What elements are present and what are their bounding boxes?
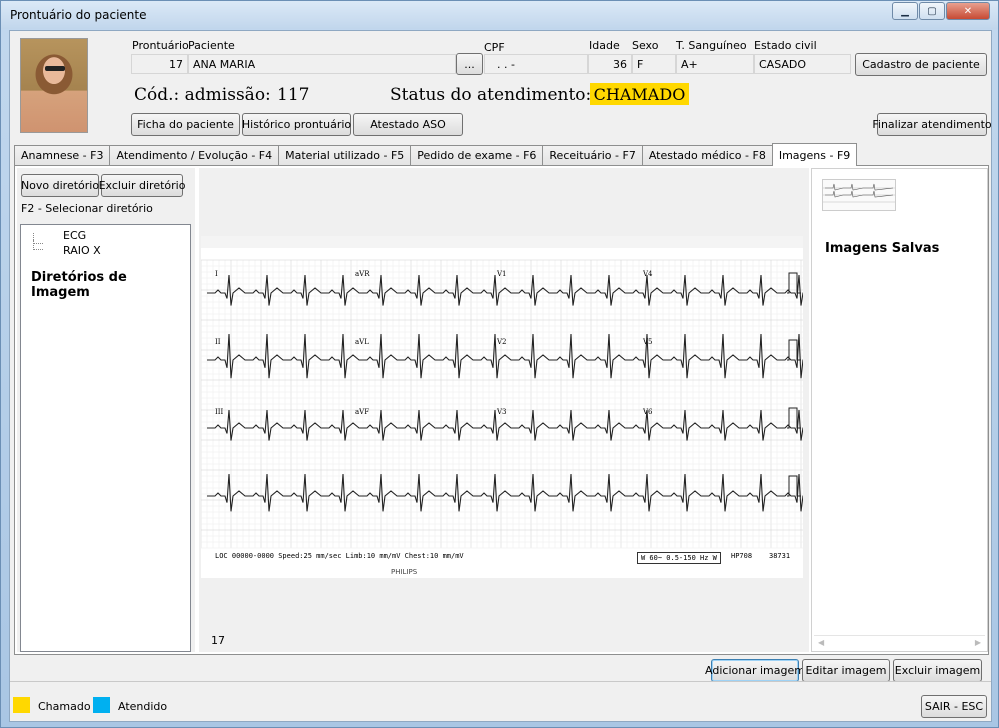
cpf-label: CPF <box>484 41 505 54</box>
tab-atendimento-evolucao[interactable]: Atendimento / Evolução - F4 <box>109 145 280 166</box>
selecionar-diretorio-hint: F2 - Selecionar diretório <box>21 202 153 215</box>
idade-label: Idade <box>589 39 620 52</box>
sexo-label: Sexo <box>632 39 659 52</box>
ecg-lead-label: II <box>215 338 221 346</box>
ecg-lead-label: aVL <box>355 338 369 346</box>
tab-receituario[interactable]: Receituário - F7 <box>542 145 643 166</box>
ecg-footer-left: LOC 00000-0000 Speed:25 mm/sec Limb:10 m… <box>215 552 464 560</box>
novo-diretorio-button[interactable]: Novo diretório <box>21 174 99 197</box>
saved-images-title: Imagens Salvas <box>825 241 940 256</box>
prontuario-field[interactable]: 17 <box>131 54 188 74</box>
legend-chamado-label: Chamado <box>38 700 91 713</box>
ecg-lead-trace <box>207 274 803 306</box>
ecg-lead-label: V6 <box>642 408 653 416</box>
ecg-image[interactable]: IaVR V1 V4 II aVL V2 V5 III aVF V3 V6 LOC 00000-00… <box>201 236 803 578</box>
search-patient-button[interactable]: ... <box>456 53 483 75</box>
atestado-aso-button[interactable]: Atestado ASO <box>353 113 463 136</box>
ecg-lead-label: I <box>215 270 218 278</box>
ecg-lead-label: aVF <box>355 408 369 416</box>
tab-strip: Anamnese - F3 Atendimento / Evolução - F… <box>14 143 858 166</box>
excluir-imagem-button[interactable]: Excluir imagem <box>893 659 982 682</box>
finalizar-atendimento-button[interactable]: Finalizar atendimento <box>872 113 992 136</box>
ecg-lead-label: V4 <box>642 270 653 278</box>
legend-atendido-label: Atendido <box>118 700 168 713</box>
cod-admissao-label: Cód.: admissão: <box>134 85 271 105</box>
cpf-field[interactable]: . . - <box>484 54 588 74</box>
ecg-number: 38731 <box>769 552 791 560</box>
prontuario-label: Prontuário <box>132 39 189 52</box>
ecg-lead-label: V2 <box>496 338 507 346</box>
tree-item-raio-x[interactable]: RAIO X <box>21 240 181 259</box>
maximize-button[interactable]: ▢ <box>919 2 945 20</box>
idade-field[interactable]: 36 <box>588 54 632 74</box>
tab-anamnese[interactable]: Anamnese - F3 <box>14 145 111 166</box>
directory-tree[interactable]: ECG RAIO X Diretórios de Imagem <box>20 224 191 652</box>
image-count: 17 <box>211 634 225 647</box>
tree-item-ecg[interactable]: ECG <box>21 229 181 244</box>
sair-button[interactable]: SAIR - ESC <box>921 695 987 718</box>
ficha-paciente-button[interactable]: Ficha do paciente <box>131 113 240 136</box>
ecg-lead-label: III <box>215 408 224 416</box>
ecg-lead-label: aVR <box>355 270 370 278</box>
ecg-lead-label: V3 <box>496 408 507 416</box>
cadastro-paciente-button[interactable]: Cadastro de paciente <box>855 53 987 76</box>
adicionar-imagem-button[interactable]: Adicionar imagem <box>705 659 805 682</box>
tree-item-label: ECG <box>63 229 87 242</box>
directories-title: Diretórios de Imagem <box>31 270 127 300</box>
close-button[interactable]: ✕ <box>946 2 990 20</box>
scroll-left-icon[interactable]: ◀ <box>818 638 824 647</box>
estado-civil-field[interactable]: CASADO <box>754 54 851 74</box>
status-badge: CHAMADO <box>590 83 689 105</box>
tab-pedido-exame[interactable]: Pedido de exame - F6 <box>410 145 544 166</box>
excluir-diretorio-button[interactable]: Excluir diretório <box>99 174 185 197</box>
historico-prontuario-button[interactable]: Histórico prontuário <box>242 113 351 136</box>
saved-images-pane[interactable]: Imagens Salvas ◀ ▶ <box>811 168 988 652</box>
images-tab-panel: Novo diretório Excluir diretório F2 - Se… <box>14 165 989 655</box>
saved-image-thumbnail[interactable] <box>822 179 896 211</box>
status-legend-bar: Chamado Atendido SAIR - ESC <box>10 681 991 721</box>
patient-photo <box>20 38 88 133</box>
ecg-lead-label: V1 <box>496 270 507 278</box>
window-title: Prontuário do paciente <box>10 8 147 22</box>
tab-atestado-medico[interactable]: Atestado médico - F8 <box>641 145 773 166</box>
title-bar[interactable]: Prontuário do paciente ▁ ▢ ✕ <box>1 1 998 29</box>
ecg-lead-label: V5 <box>642 338 653 346</box>
tree-item-label: RAIO X <box>63 244 101 257</box>
ecg-trace: IaVR V1 V4 II aVL V2 V5 III aVF V3 V6 <box>201 259 803 549</box>
image-viewer[interactable]: IaVR V1 V4 II aVL V2 V5 III aVF V3 V6 LOC 00000-00… <box>199 168 809 652</box>
ecg-footer-right: W 60~ 0.5-150 Hz W <box>637 552 721 564</box>
sexo-field[interactable]: F <box>632 54 676 74</box>
editar-imagem-button[interactable]: Editar imagem <box>802 659 890 682</box>
paciente-field[interactable]: ANA MARIA <box>188 54 456 74</box>
status-atendimento-label: Status do atendimento: <box>390 85 592 105</box>
ecg-model: HP708 <box>731 552 753 560</box>
tab-imagens[interactable]: Imagens - F9 <box>771 143 858 166</box>
legend-chamado-swatch <box>13 697 30 713</box>
cod-admissao-value: 117 <box>277 85 310 105</box>
scroll-right-icon[interactable]: ▶ <box>975 638 981 647</box>
saved-images-scrollbar[interactable]: ◀ ▶ <box>814 635 985 649</box>
paciente-label: Paciente <box>188 39 235 52</box>
ecg-brand: PHILIPS <box>391 568 418 576</box>
estado-civil-label: Estado civil <box>754 39 817 52</box>
tipo-sanguineo-label: T. Sanguíneo <box>676 39 747 52</box>
tipo-sanguineo-field[interactable]: A+ <box>676 54 754 74</box>
window-client-area: Prontuário Paciente CPF Idade Sexo T. Sa… <box>9 30 992 722</box>
legend-atendido-swatch <box>93 697 110 713</box>
minimize-button[interactable]: ▁ <box>892 2 918 20</box>
patient-record-window: Prontuário do paciente ▁ ▢ ✕ Prontuário … <box>0 0 999 728</box>
directories-pane: Novo diretório Excluir diretório F2 - Se… <box>17 168 195 652</box>
tab-material-utilizado[interactable]: Material utilizado - F5 <box>278 145 412 166</box>
